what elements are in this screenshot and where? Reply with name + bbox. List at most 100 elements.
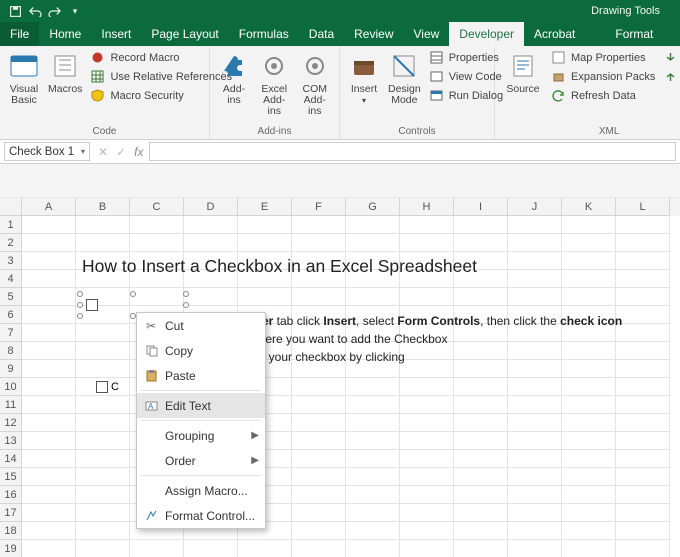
tab-formulas[interactable]: Formulas <box>229 22 299 46</box>
cell[interactable] <box>76 540 130 557</box>
cell[interactable] <box>22 504 76 522</box>
ctx-grouping[interactable]: Grouping▶ <box>137 423 265 448</box>
cell[interactable] <box>562 486 616 504</box>
map-properties-button[interactable]: Map Properties <box>551 50 655 65</box>
save-icon[interactable] <box>8 4 22 18</box>
tab-view[interactable]: View <box>404 22 450 46</box>
cell[interactable] <box>616 306 670 324</box>
ctx-format-control[interactable]: Format Control... <box>137 503 265 528</box>
cell[interactable] <box>562 360 616 378</box>
row-header[interactable]: 11 <box>0 396 22 414</box>
com-addins-button[interactable]: COM Add-ins <box>299 50 332 117</box>
cell[interactable] <box>292 450 346 468</box>
cell[interactable] <box>130 540 184 557</box>
formula-bar[interactable] <box>149 142 676 161</box>
cell[interactable] <box>508 432 562 450</box>
cell[interactable] <box>22 432 76 450</box>
tab-insert[interactable]: Insert <box>91 22 141 46</box>
cell[interactable] <box>22 522 76 540</box>
cell[interactable] <box>616 360 670 378</box>
cell[interactable] <box>22 396 76 414</box>
name-box[interactable]: Check Box 1▾ <box>4 142 90 161</box>
cell[interactable] <box>76 486 130 504</box>
row-header[interactable]: 13 <box>0 432 22 450</box>
row-header[interactable]: 1 <box>0 216 22 234</box>
cell[interactable] <box>400 360 454 378</box>
row-header[interactable]: 6 <box>0 306 22 324</box>
tab-file[interactable]: File <box>0 22 39 46</box>
select-all-corner[interactable] <box>0 198 22 216</box>
cell[interactable] <box>508 378 562 396</box>
tab-acrobat[interactable]: Acrobat <box>524 22 585 46</box>
cell[interactable] <box>508 540 562 557</box>
cell[interactable] <box>130 216 184 234</box>
cell[interactable] <box>400 378 454 396</box>
row-header[interactable]: 16 <box>0 486 22 504</box>
col-header[interactable]: A <box>22 198 76 216</box>
cell[interactable] <box>292 522 346 540</box>
cell[interactable] <box>508 288 562 306</box>
cell[interactable] <box>22 234 76 252</box>
cell[interactable] <box>76 504 130 522</box>
cell[interactable] <box>454 360 508 378</box>
cell[interactable] <box>292 378 346 396</box>
ctx-edit-text[interactable]: AEdit Text <box>137 393 265 418</box>
cell[interactable] <box>238 234 292 252</box>
cell[interactable] <box>292 414 346 432</box>
cell[interactable] <box>508 486 562 504</box>
cell[interactable] <box>508 414 562 432</box>
cell[interactable] <box>562 504 616 522</box>
row-header[interactable]: 8 <box>0 342 22 360</box>
cell[interactable] <box>292 486 346 504</box>
cell[interactable] <box>508 504 562 522</box>
cell[interactable] <box>562 342 616 360</box>
cell[interactable] <box>454 504 508 522</box>
row-header[interactable]: 17 <box>0 504 22 522</box>
cell[interactable] <box>76 414 130 432</box>
checkbox-control-2[interactable]: C <box>96 381 119 393</box>
cell[interactable] <box>454 288 508 306</box>
row-header[interactable]: 14 <box>0 450 22 468</box>
cell[interactable] <box>292 432 346 450</box>
cell[interactable] <box>562 288 616 306</box>
properties-button[interactable]: Properties <box>429 50 503 65</box>
cell[interactable] <box>400 504 454 522</box>
cell[interactable] <box>238 288 292 306</box>
cell[interactable] <box>346 522 400 540</box>
import-button[interactable]: Import <box>663 50 680 65</box>
cell[interactable] <box>616 252 670 270</box>
cell[interactable] <box>616 486 670 504</box>
cell[interactable] <box>292 396 346 414</box>
col-header[interactable]: F <box>292 198 346 216</box>
cell[interactable] <box>400 468 454 486</box>
row-header[interactable]: 4 <box>0 270 22 288</box>
cell[interactable] <box>22 450 76 468</box>
cell[interactable] <box>508 522 562 540</box>
cell[interactable] <box>292 216 346 234</box>
cell[interactable] <box>400 396 454 414</box>
fx-icon[interactable]: fx <box>134 145 143 159</box>
cell[interactable] <box>76 324 130 342</box>
cell[interactable] <box>454 450 508 468</box>
cell[interactable] <box>346 450 400 468</box>
cell[interactable] <box>400 234 454 252</box>
cancel-icon[interactable]: ✕ <box>98 145 108 159</box>
design-mode-button[interactable]: Design Mode <box>388 50 421 106</box>
ctx-paste[interactable]: Paste <box>137 363 265 388</box>
cell[interactable] <box>22 342 76 360</box>
cell[interactable] <box>562 540 616 557</box>
cell[interactable] <box>76 450 130 468</box>
row-header[interactable]: 18 <box>0 522 22 540</box>
cell[interactable] <box>562 396 616 414</box>
cell[interactable] <box>616 522 670 540</box>
cell[interactable] <box>508 252 562 270</box>
row-header[interactable]: 15 <box>0 468 22 486</box>
col-header[interactable]: B <box>76 198 130 216</box>
col-header[interactable]: I <box>454 198 508 216</box>
cell[interactable] <box>616 414 670 432</box>
cell[interactable] <box>562 234 616 252</box>
cell[interactable] <box>562 378 616 396</box>
cell[interactable] <box>454 378 508 396</box>
col-header[interactable]: E <box>238 198 292 216</box>
row-header[interactable]: 7 <box>0 324 22 342</box>
